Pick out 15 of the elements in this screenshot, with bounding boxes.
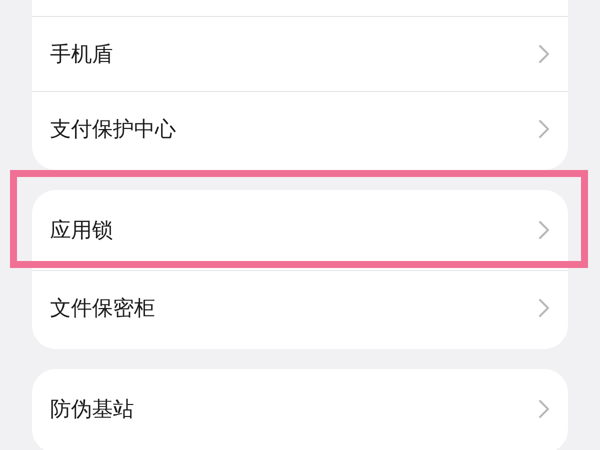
chevron-icon: [538, 399, 550, 419]
chevron-icon: [538, 119, 550, 139]
settings-item[interactable]: 支付保护中心: [32, 91, 568, 166]
item-label: 支付保护中心: [50, 116, 176, 143]
settings-item[interactable]: 文件保密柜: [32, 270, 568, 345]
item-label: 文件保密柜: [50, 295, 155, 322]
chevron-icon: [538, 44, 550, 64]
settings-item[interactable]: 应用锁: [32, 190, 568, 270]
settings-item[interactable]: 手机盾: [32, 16, 568, 91]
settings-item[interactable]: 防伪基站: [32, 369, 568, 449]
item-label: 防伪基站: [50, 396, 134, 423]
chevron-icon: [538, 298, 550, 318]
item-label: 应用锁: [50, 217, 113, 244]
item-label: 手机盾: [50, 41, 113, 68]
chevron-icon: [538, 220, 550, 240]
